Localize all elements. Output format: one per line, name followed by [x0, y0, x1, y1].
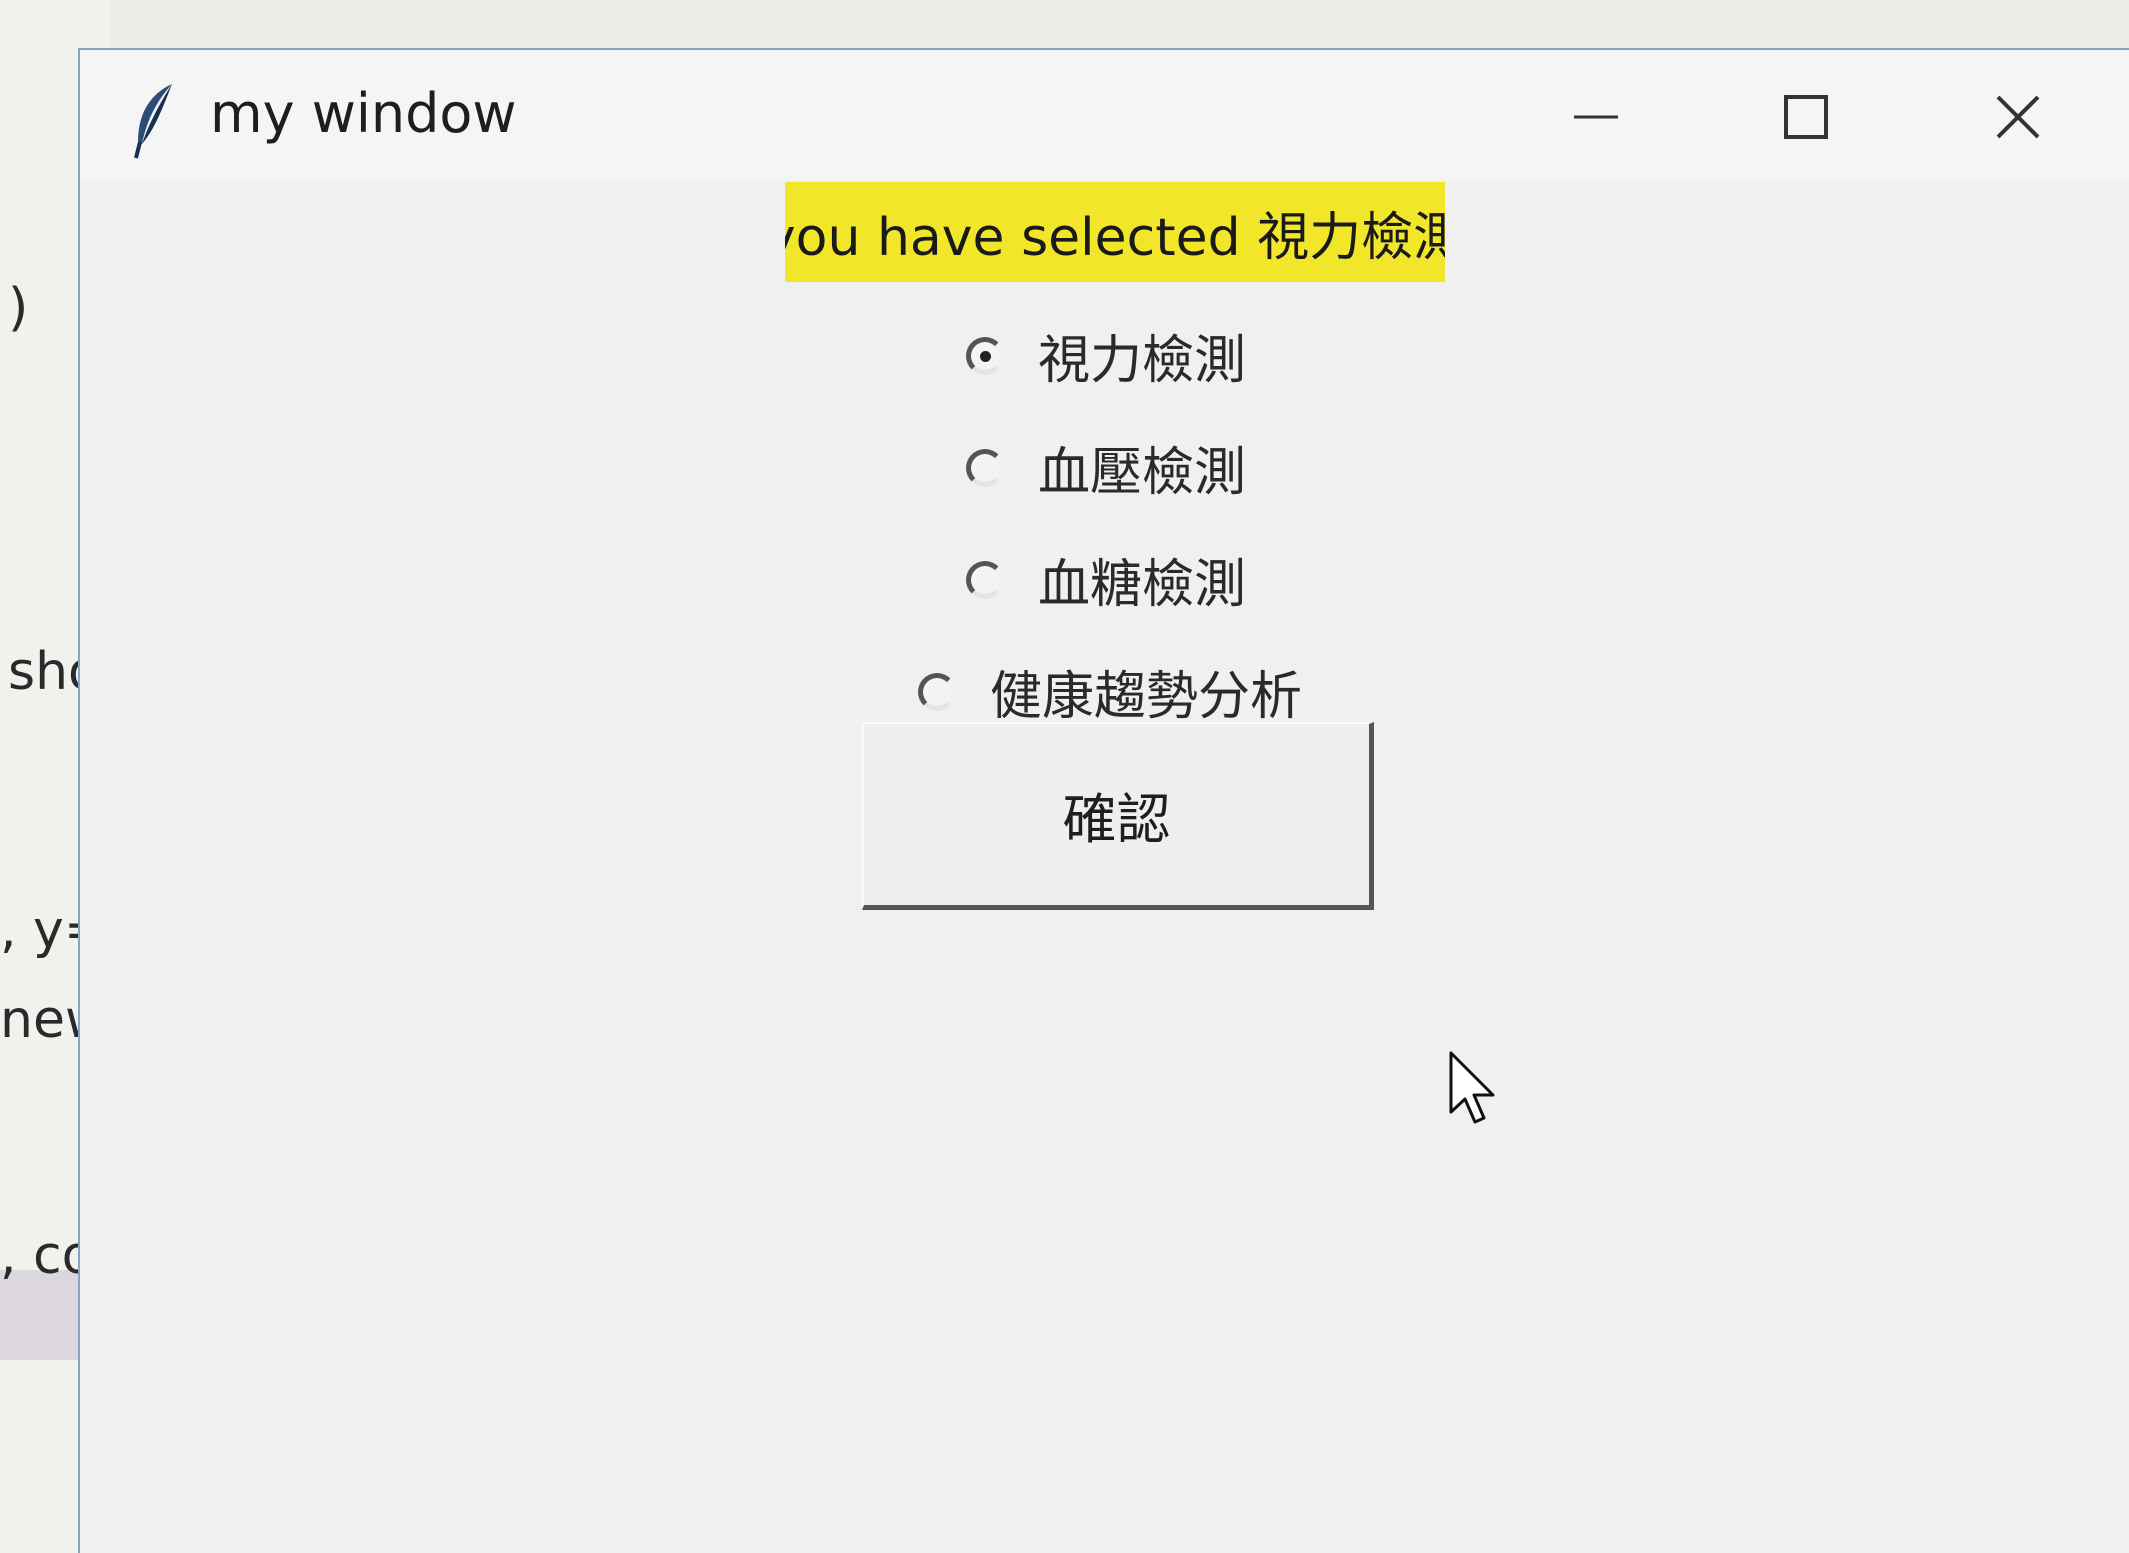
radio-label: 血壓檢測 [1038, 443, 1247, 503]
app-window: my window you have selected 視力檢測 視力檢測 血壓… [78, 48, 2129, 1553]
minimize-icon [1574, 115, 1618, 119]
radio-label: 視力檢測 [1038, 331, 1247, 391]
mouse-pointer-icon [1449, 1051, 1495, 1124]
radio-blood-pressure-test[interactable]: 血壓檢測 [966, 430, 1246, 505]
background-code-fragment: ) [8, 278, 29, 338]
minimize-button[interactable] [1536, 72, 1656, 162]
maximize-icon [1784, 95, 1828, 139]
title-bar[interactable]: my window [80, 50, 2129, 180]
radio-button[interactable] [966, 560, 1004, 599]
feather-icon [134, 84, 172, 159]
radio-button-selected[interactable] [966, 336, 1004, 375]
radio-vision-test[interactable]: 視力檢測 [966, 318, 1246, 393]
close-icon [1996, 95, 2040, 139]
radio-label: 血糖檢測 [1038, 555, 1247, 615]
confirm-button[interactable]: 確認 [862, 722, 1374, 910]
close-button[interactable] [1958, 72, 2078, 162]
radio-health-trend-analysis[interactable]: 健康趨勢分析 [918, 654, 1302, 729]
radio-button[interactable] [966, 448, 1004, 487]
radio-button[interactable] [918, 672, 956, 711]
window-title: my window [210, 82, 517, 145]
selection-status-label: you have selected 視力檢測 [785, 182, 1445, 282]
radio-label: 健康趨勢分析 [990, 667, 1303, 727]
radio-blood-sugar-test[interactable]: 血糖檢測 [966, 542, 1246, 617]
maximize-button[interactable] [1746, 72, 1866, 162]
